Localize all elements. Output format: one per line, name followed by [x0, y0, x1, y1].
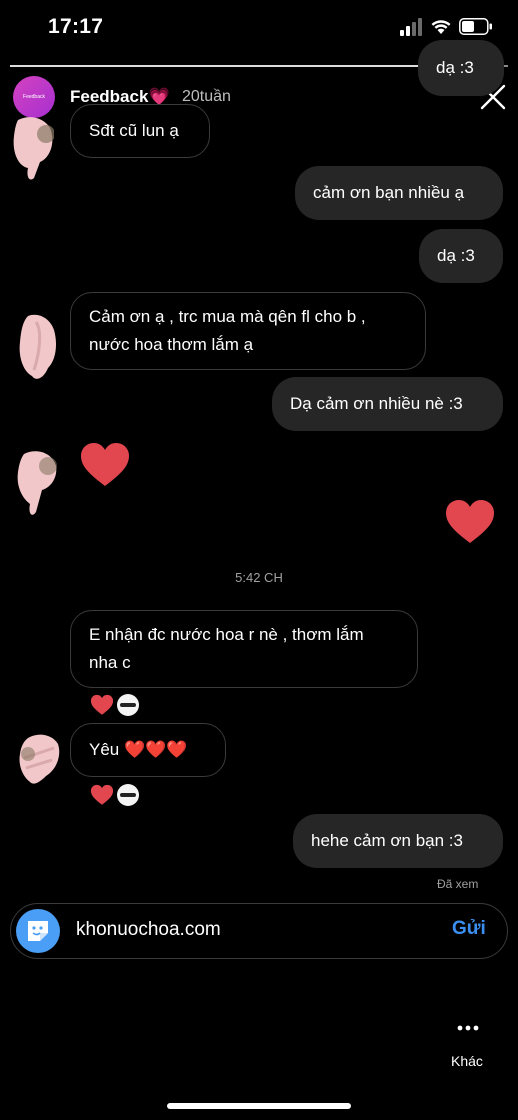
message-bubble-sent[interactable]: cảm ơn bạn nhiều ạ [295, 166, 503, 220]
message-text-line: Cảm ơn ạ , trc mua mà qên fl cho b , [89, 307, 366, 326]
reactor-avatar-icon [117, 784, 139, 806]
status-time: 17:17 [48, 15, 104, 38]
battery-icon [459, 18, 492, 35]
message-text: dạ :3 [437, 246, 475, 265]
cellular-signal-icon [400, 18, 422, 36]
heart-reaction-icon [90, 784, 114, 805]
reactor-avatar-icon [117, 694, 139, 716]
sender-avatar [19, 734, 60, 784]
message-bubble-sent[interactable]: Dạ cảm ơn nhiều nè :3 [272, 377, 503, 431]
sender-avatar [17, 451, 57, 515]
reactions-row[interactable] [90, 783, 140, 807]
heart-icon[interactable] [444, 499, 496, 545]
wifi-icon [431, 20, 451, 34]
story-avatar-text: Feedback [23, 94, 45, 100]
message-bubble-received[interactable]: E nhận đc nước hoa r nè , thơm lắm nha c [70, 610, 418, 688]
send-button[interactable]: Gửi [452, 918, 486, 940]
message-text-line: E nhận đc nước hoa r nè , thơm lắm [89, 625, 364, 644]
sticker-button[interactable] [16, 909, 60, 953]
message-text-line: nha c [89, 653, 131, 672]
message-bubble-sent[interactable]: dạ :3 [419, 229, 503, 283]
message-text: Yêu ❤️❤️❤️ [89, 740, 188, 759]
message-text: Sđt cũ lun ạ [89, 121, 179, 140]
more-options-icon[interactable] [456, 1024, 480, 1032]
message-bubble-sent[interactable]: dạ :3 [418, 40, 504, 96]
message-text-line: nước hoa thơm lắm ạ [89, 335, 254, 354]
sticker-icon [28, 921, 48, 941]
time-separator: 5:42 CH [235, 570, 283, 585]
story-progress-fill [10, 65, 423, 67]
heart-icon[interactable] [79, 442, 131, 488]
more-options-label[interactable]: Khác [451, 1053, 483, 1069]
message-input[interactable]: khonuochoa.com [76, 919, 221, 941]
heart-reaction-icon [90, 694, 114, 715]
seen-status: Đã xem [437, 877, 479, 891]
message-bubble-received[interactable]: Cảm ơn ạ , trc mua mà qên fl cho b , nướ… [70, 292, 426, 370]
message-text: hehe cảm ơn bạn :3 [311, 831, 463, 850]
sender-avatar [19, 314, 56, 379]
message-bubble-sent[interactable]: hehe cảm ơn bạn :3 [293, 814, 503, 868]
home-indicator [167, 1103, 351, 1109]
message-bubble-received[interactable]: Yêu ❤️❤️❤️ [70, 723, 226, 777]
sender-avatar [13, 117, 54, 180]
message-text: Dạ cảm ơn nhiều nè :3 [290, 394, 463, 413]
message-text: cảm ơn bạn nhiều ạ [313, 183, 465, 202]
message-bubble-received[interactable]: Sđt cũ lun ạ [70, 104, 210, 158]
reactions-row[interactable] [90, 693, 140, 717]
message-text: dạ :3 [436, 58, 474, 77]
